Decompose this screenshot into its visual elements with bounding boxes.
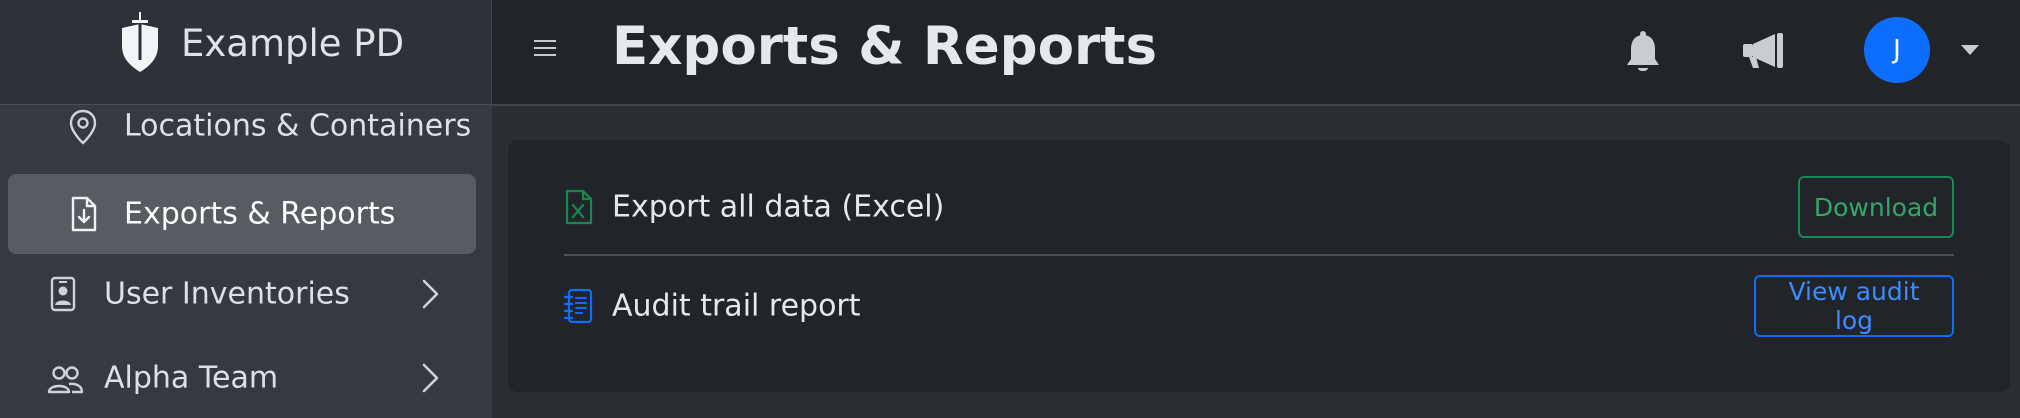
hamburger-menu-icon[interactable] xyxy=(532,36,558,60)
sidebar-item-label: Alpha Team xyxy=(104,360,279,396)
file-excel-icon xyxy=(565,189,593,225)
view-audit-log-button[interactable]: View audit log xyxy=(1754,275,1954,337)
topbar: Exports & Reports J xyxy=(492,0,2020,106)
chevron-right-icon xyxy=(422,279,439,309)
app-window: Example PD Locations & Containers Export… xyxy=(0,0,2020,418)
download-button[interactable]: Download xyxy=(1798,176,1954,238)
file-download-icon xyxy=(71,196,97,232)
journal-text-icon xyxy=(564,288,593,324)
sidebar: Example PD Locations & Containers Export… xyxy=(0,0,492,418)
list-item-audit-trail: Audit trail report View audit log xyxy=(564,258,1954,354)
sidebar-item-exports-reports[interactable]: Exports & Reports xyxy=(8,174,476,254)
caret-down-icon[interactable] xyxy=(1960,44,1980,56)
bell-icon[interactable] xyxy=(1622,30,1664,76)
sidebar-item-label: Exports & Reports xyxy=(124,196,396,232)
brand-name: Example PD xyxy=(181,22,405,65)
page-title: Exports & Reports xyxy=(612,16,1158,77)
person-badge-icon xyxy=(50,276,76,312)
sidebar-item-label: User Inventories xyxy=(104,276,350,312)
avatar-initial: J xyxy=(1893,35,1901,65)
sidebar-item-user-inventories[interactable]: User Inventories xyxy=(8,254,476,334)
audit-trail-label: Audit trail report xyxy=(612,288,861,324)
sidebar-item-label: Locations & Containers xyxy=(124,108,472,144)
exports-card: Export all data (Excel) Download Audit t… xyxy=(508,140,2010,392)
chevron-right-icon xyxy=(422,363,439,393)
megaphone-icon[interactable] xyxy=(1740,30,1788,72)
sidebar-item-alpha-team[interactable]: Alpha Team xyxy=(8,338,476,418)
export-excel-label: Export all data (Excel) xyxy=(612,189,945,225)
shield-sword-icon xyxy=(122,12,158,72)
map-pin-icon xyxy=(69,109,97,145)
sidebar-item-locations[interactable]: Locations & Containers xyxy=(8,86,476,166)
people-icon xyxy=(47,366,84,394)
list-item-export-excel: Export all data (Excel) Download xyxy=(564,160,1954,256)
avatar[interactable]: J xyxy=(1864,17,1930,83)
